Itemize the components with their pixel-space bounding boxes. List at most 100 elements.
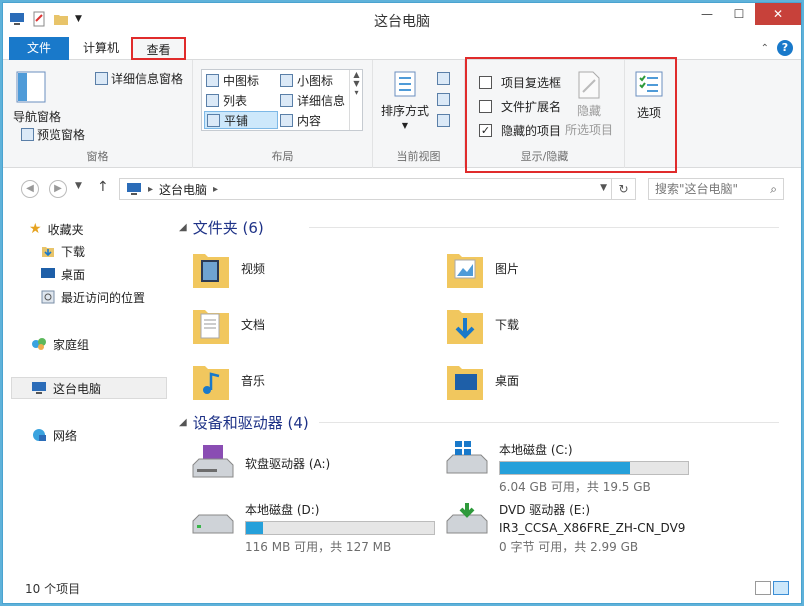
nav-item-favorites[interactable]: ★ 收藏夹	[29, 219, 84, 239]
layout-content[interactable]: 内容	[280, 112, 321, 129]
star-icon: ★	[29, 221, 42, 237]
maximize-button[interactable]: ☐	[723, 3, 755, 25]
nav-item-homegroup[interactable]: 家庭组	[31, 334, 89, 354]
back-button[interactable]: ◀	[21, 180, 39, 198]
group-by-icon[interactable]	[437, 72, 450, 85]
section-divider	[309, 227, 779, 228]
search-placeholder: 搜索"这台电脑"	[655, 182, 739, 196]
item-checkboxes-checkbox[interactable]	[479, 76, 492, 89]
forward-button[interactable]: ▶	[49, 180, 67, 198]
preview-pane-button[interactable]: 预览窗格	[21, 126, 85, 143]
hidden-items-option[interactable]: ✓ 隐藏的项目	[479, 122, 561, 139]
nav-item-label: 家庭组	[53, 337, 90, 352]
breadcrumb-chevron-icon[interactable]: ▸	[213, 184, 218, 195]
collapse-arrow-icon[interactable]: ◢	[179, 222, 187, 233]
drive-d[interactable]: 本地磁盘 (D:) 116 MB 可用，共 127 MB	[189, 499, 435, 555]
layout-scrollbar[interactable]: ▲ ▼ ▾	[349, 70, 363, 130]
folder-music[interactable]: 音乐	[191, 355, 265, 405]
search-input[interactable]: 搜索"这台电脑" ⌕	[648, 178, 784, 200]
help-icon[interactable]: ?	[777, 40, 793, 56]
layout-item-label: 平铺	[224, 113, 249, 128]
file-extensions-checkbox[interactable]	[479, 100, 492, 113]
drive-a[interactable]: 软盘驱动器 (A:)	[189, 443, 330, 483]
nav-item-label: 下载	[61, 244, 86, 259]
hidden-items-label: 隐藏的项目	[501, 124, 562, 138]
tab-computer[interactable]: 计算机	[71, 37, 131, 60]
folder-label: 下载	[495, 317, 520, 332]
search-icon[interactable]: ⌕	[770, 179, 777, 199]
ribbon-collapse-icon[interactable]: ⌃	[761, 43, 769, 54]
breadcrumb-this-pc[interactable]: 这台电脑	[159, 181, 207, 198]
nav-item-downloads[interactable]: 下载	[41, 241, 85, 261]
nav-pane-button[interactable]: 导航窗格	[13, 70, 61, 125]
ribbon-view: 导航窗格 预览窗格 详细信息窗格 窗格 布局 中图标 小图标 列表 详细信息 平…	[3, 60, 801, 168]
address-dropdown-icon[interactable]: ▼	[600, 183, 607, 193]
folder-label: 音乐	[241, 373, 266, 388]
drive-name: DVD 驱动器 (E:)	[499, 503, 591, 517]
refresh-icon[interactable]: ↻	[611, 179, 635, 199]
folder-label: 文档	[241, 317, 266, 332]
details-icon	[280, 94, 293, 107]
tab-view[interactable]: 查看	[131, 37, 186, 60]
desktop-folder-icon	[447, 366, 483, 400]
sort-icon	[394, 71, 416, 97]
folder-downloads[interactable]: 下载	[445, 299, 519, 349]
address-row: ◀ ▶ ▼ ↑ ▸ 这台电脑 ▸ ▼ ↻ 搜索"这台电脑" ⌕	[3, 175, 801, 203]
videos-folder-icon	[193, 254, 229, 288]
recent-places-icon	[41, 290, 55, 304]
layout-details[interactable]: 详细信息	[280, 92, 345, 109]
options-button[interactable]: 选项	[633, 70, 665, 121]
layout-tiles[interactable]: 平铺	[204, 111, 278, 129]
nav-item-desktop[interactable]: 桌面	[41, 264, 85, 284]
homegroup-icon	[32, 338, 46, 350]
layout-list[interactable]: 列表	[206, 92, 247, 109]
item-checkboxes-option[interactable]: 项目复选框	[479, 74, 561, 91]
up-arrow-icon[interactable]: ↑	[97, 179, 109, 195]
drive-c[interactable]: 本地磁盘 (C:) 6.04 GB 可用，共 19.5 GB	[443, 439, 689, 495]
hidden-items-checkbox[interactable]: ✓	[479, 124, 492, 137]
section-folders[interactable]: ◢ 文件夹 (6)	[179, 215, 779, 239]
sort-by-button[interactable]: 排序方式 ▼	[381, 70, 429, 130]
layout-small-icons[interactable]: 小图标	[280, 72, 333, 89]
section-devices[interactable]: ◢ 设备和驱动器 (4)	[179, 410, 779, 434]
group-panes: 导航窗格 预览窗格 详细信息窗格 窗格	[3, 60, 193, 168]
drive-info: 本地磁盘 (C:) 6.04 GB 可用，共 19.5 GB	[499, 439, 689, 495]
drive-e[interactable]: DVD 驱动器 (E:) IR3_CCSA_X86FRE_ZH-CN_DV9 0…	[443, 499, 685, 555]
list-icon	[206, 94, 219, 107]
hide-selected-button[interactable]: 隐藏 所选项目	[565, 70, 613, 138]
drive-name: 本地磁盘 (C:)	[499, 443, 573, 457]
downloads-icon	[42, 247, 54, 257]
folder-desktop[interactable]: 桌面	[445, 355, 519, 405]
large-icons-view-button[interactable]	[773, 581, 789, 595]
collapse-arrow-icon[interactable]: ◢	[179, 417, 187, 428]
options-label: 选项	[636, 106, 661, 120]
minimize-button[interactable]: —	[691, 3, 723, 25]
group-options: 选项	[625, 60, 677, 168]
layout-item-label: 中图标	[223, 74, 260, 88]
layout-item-label: 内容	[297, 114, 322, 128]
layout-medium-icons[interactable]: 中图标	[206, 72, 259, 89]
folder-videos[interactable]: 视频	[191, 243, 265, 293]
details-view-button[interactable]	[755, 581, 771, 595]
nav-item-network[interactable]: 网络	[31, 425, 77, 445]
size-columns-icon[interactable]	[437, 114, 450, 127]
nav-item-label: 最近访问的位置	[61, 290, 146, 305]
recent-locations-icon[interactable]: ▼	[75, 181, 82, 191]
explorer-window: ▼ 这台电脑 — ☐ ✕ 文件 计算机 查看 ⌃ ? 导航窗格 预览窗格 详细信…	[2, 2, 802, 604]
folder-documents[interactable]: 文档	[191, 299, 265, 349]
tab-file[interactable]: 文件	[9, 37, 69, 60]
computer-icon	[127, 183, 141, 195]
drive-volume-label: IR3_CCSA_X86FRE_ZH-CN_DV9	[499, 521, 686, 535]
nav-item-recent[interactable]: 最近访问的位置	[41, 287, 145, 307]
group-current-view: 排序方式 ▼ 当前视图	[373, 60, 465, 168]
navigation-pane-icon	[16, 71, 46, 103]
nav-item-this-pc[interactable]: 这台电脑	[31, 378, 101, 398]
add-columns-icon[interactable]	[437, 93, 450, 106]
file-extensions-option[interactable]: 文件扩展名	[479, 98, 561, 115]
folder-pictures[interactable]: 图片	[445, 243, 519, 293]
details-pane-button[interactable]: 详细信息窗格	[95, 70, 183, 87]
address-bar[interactable]: ▸ 这台电脑 ▸ ▼ ↻	[119, 178, 636, 200]
breadcrumb-chevron-icon[interactable]: ▸	[148, 184, 153, 195]
group-label-current-view: 当前视图	[396, 150, 441, 163]
close-button[interactable]: ✕	[755, 3, 801, 25]
